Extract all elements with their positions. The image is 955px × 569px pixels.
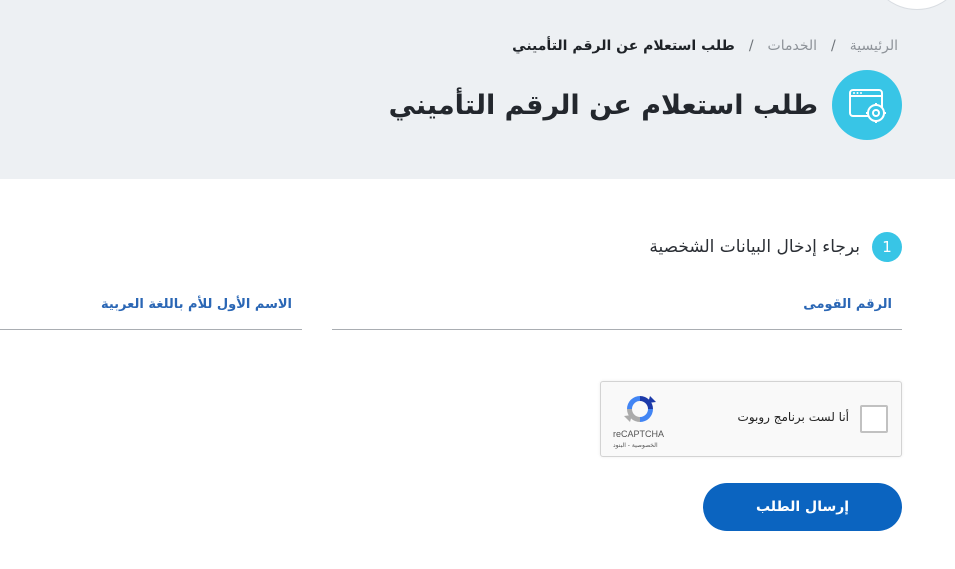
breadcrumb-current: طلب استعلام عن الرقم التأميني [512, 38, 735, 54]
page-title: طلب استعلام عن الرقم التأميني [388, 89, 818, 121]
breadcrumb: الرئيسية / الخدمات / طلب استعلام عن الرق… [512, 38, 898, 54]
submit-request-button[interactable]: إرسال الطلب [703, 483, 902, 531]
mother-first-name-field[interactable]: الاسم الأول للأم باللغة العربية [0, 290, 302, 330]
step-number-badge: 1 [872, 232, 902, 262]
breadcrumb-home[interactable]: الرئيسية [850, 38, 898, 54]
recaptcha-logo-icon [624, 396, 656, 422]
mother-first-name-input[interactable] [0, 290, 302, 329]
recaptcha-brand: reCAPTCHA [613, 429, 665, 439]
recaptcha-privacy-links[interactable]: الخصوصية - البنود [613, 442, 658, 449]
browser-settings-icon [832, 70, 902, 140]
recaptcha-checkbox[interactable] [860, 405, 888, 433]
recaptcha-widget: أنا لست برنامج روبوت reCAPTCHA الخصوصية … [600, 381, 902, 457]
breadcrumb-services[interactable]: الخدمات [768, 38, 818, 54]
title-row: طلب استعلام عن الرقم التأميني [389, 70, 902, 140]
national-id-field[interactable]: الرقم القومى [332, 290, 902, 330]
recaptcha-label: أنا لست برنامج روبوت [737, 410, 849, 424]
step-header: 1 برجاء إدخال البيانات الشخصية [649, 232, 902, 262]
breadcrumb-separator: / [831, 38, 836, 54]
breadcrumb-separator: / [748, 38, 754, 54]
step-title: برجاء إدخال البيانات الشخصية [649, 237, 860, 257]
national-id-input[interactable] [332, 290, 902, 329]
